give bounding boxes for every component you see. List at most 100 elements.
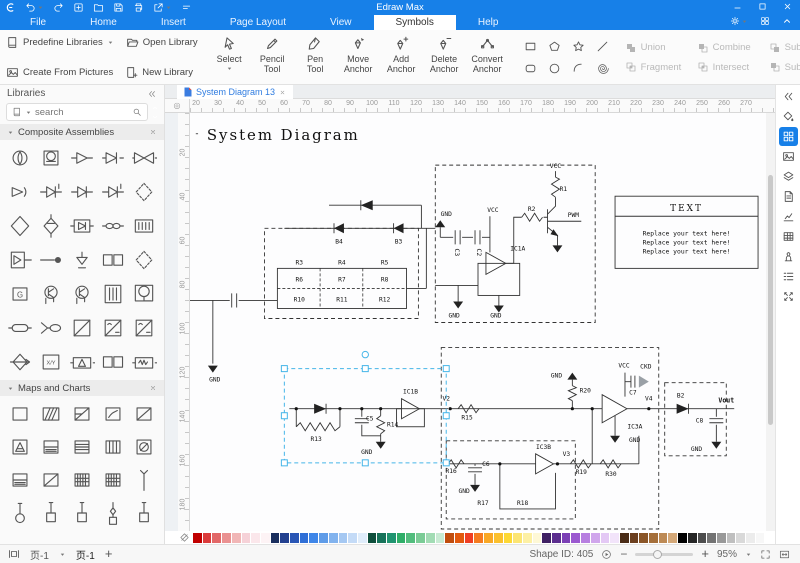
symbol-diamondcap[interactable] xyxy=(35,209,66,243)
palette-color[interactable] xyxy=(542,533,551,543)
palette-color[interactable] xyxy=(678,533,687,543)
map-symbol-curl[interactable] xyxy=(98,397,129,430)
palette-color[interactable] xyxy=(406,533,415,543)
page-nav-label[interactable]: 页-1 xyxy=(30,547,49,562)
palette-color[interactable] xyxy=(688,533,697,543)
palette-color[interactable] xyxy=(707,533,716,543)
symbol-diodeplus[interactable] xyxy=(35,175,66,209)
layers-icon[interactable] xyxy=(779,167,798,186)
predefine-libraries-button[interactable]: Predefine Libraries xyxy=(6,36,114,49)
new-document-button[interactable] xyxy=(73,2,84,13)
insert-picture-icon[interactable] xyxy=(779,147,798,166)
select-button[interactable]: Select xyxy=(208,34,251,81)
symbol-transformer[interactable] xyxy=(98,277,129,311)
symbol-bowtie[interactable] xyxy=(129,141,160,175)
page-list-caret-icon[interactable] xyxy=(59,551,66,558)
zoom-out-button[interactable]: − xyxy=(620,547,627,561)
palette-color[interactable] xyxy=(242,533,251,543)
draw-rrect-shape-button[interactable] xyxy=(524,62,537,75)
palette-color[interactable] xyxy=(339,533,348,543)
scroll-down-icon[interactable] xyxy=(151,113,159,121)
symbol-boxtri[interactable] xyxy=(4,243,35,277)
section-composite-assemblies[interactable]: Composite Assemblies xyxy=(0,124,164,140)
symbol-trignd[interactable] xyxy=(66,243,97,277)
map-symbol-hatch[interactable] xyxy=(35,397,66,430)
map-symbol-grid[interactable] xyxy=(98,463,129,496)
symbol-fork[interactable] xyxy=(35,311,66,345)
map-symbol-antenna[interactable] xyxy=(129,463,160,496)
save-button[interactable] xyxy=(113,2,124,13)
symbol-boxdiode[interactable] xyxy=(66,209,97,243)
distribute-icon[interactable] xyxy=(779,287,798,306)
move-anchor-button[interactable]: MoveAnchor xyxy=(337,34,380,81)
map-symbol-halffill[interactable] xyxy=(35,430,66,463)
palette-color[interactable] xyxy=(504,533,513,543)
symbol-library-icon[interactable] xyxy=(779,127,798,146)
symbol-linedot[interactable] xyxy=(35,243,66,277)
document-tab[interactable]: System Diagram 13 xyxy=(177,85,293,99)
customize-toolbar-button[interactable] xyxy=(181,2,192,13)
ruler-origin[interactable]: ◎ xyxy=(165,99,190,113)
palette-color[interactable] xyxy=(280,533,289,543)
vertical-scrollbar[interactable] xyxy=(766,113,775,531)
palette-color[interactable] xyxy=(649,533,658,543)
palette-color[interactable] xyxy=(668,533,677,543)
map-symbol-abox[interactable] xyxy=(4,430,35,463)
palette-color[interactable] xyxy=(416,533,425,543)
draw-circle-shape-button[interactable] xyxy=(548,62,561,75)
symbol-fuse[interactable] xyxy=(4,311,35,345)
draw-arc-shape-button[interactable] xyxy=(572,62,585,75)
palette-color[interactable] xyxy=(397,533,406,543)
symbol-boxpair[interactable] xyxy=(98,243,129,277)
palette-color[interactable] xyxy=(319,533,328,543)
tab-help[interactable]: Help xyxy=(456,15,521,30)
map-symbol-grid[interactable] xyxy=(66,463,97,496)
library-filter-icon[interactable] xyxy=(12,107,22,117)
palette-color[interactable] xyxy=(591,533,600,543)
symbol-mbox[interactable] xyxy=(129,345,160,379)
symbol-buffer2[interactable] xyxy=(98,141,129,175)
palette-color[interactable] xyxy=(261,533,270,543)
map-symbol-halfdiag[interactable] xyxy=(66,397,97,430)
outline-icon[interactable] xyxy=(779,267,798,286)
palette-color[interactable] xyxy=(717,533,726,543)
map-symbol-corner[interactable] xyxy=(129,397,160,430)
symbol-convert[interactable] xyxy=(129,311,160,345)
minimize-button[interactable] xyxy=(733,2,742,11)
symbol-coils[interactable] xyxy=(98,209,129,243)
section-maps-and-charts[interactable]: Maps and Charts xyxy=(0,380,164,396)
palette-color[interactable] xyxy=(348,533,357,543)
palette-color[interactable] xyxy=(698,533,707,543)
symbol-meter[interactable] xyxy=(4,141,35,175)
undo-button[interactable] xyxy=(25,2,44,13)
scrollbar-thumb[interactable] xyxy=(768,175,773,425)
close-button[interactable] xyxy=(783,2,792,11)
subtract-button[interactable]: Subtract xyxy=(769,61,800,73)
symbol-diagbox[interactable] xyxy=(66,311,97,345)
section-close-icon[interactable] xyxy=(149,128,157,136)
draw-rect-shape-button[interactable] xyxy=(524,40,537,53)
palette-color[interactable] xyxy=(610,533,619,543)
create-from-pictures-button[interactable]: Create From Pictures xyxy=(6,66,113,79)
symbol-dashdiamond[interactable] xyxy=(129,175,160,209)
delete-anchor-button[interactable]: DeleteAnchor xyxy=(423,34,466,81)
collapse-libraries-icon[interactable] xyxy=(147,89,157,99)
table-icon[interactable] xyxy=(779,227,798,246)
rotation-handle[interactable] xyxy=(362,351,368,357)
palette-color[interactable] xyxy=(746,533,755,543)
zoom-slider[interactable] xyxy=(635,553,693,556)
palette-color[interactable] xyxy=(494,533,503,543)
tab-page-layout[interactable]: Page Layout xyxy=(208,15,308,30)
map-symbol-corner[interactable] xyxy=(35,463,66,496)
symbol-motor[interactable] xyxy=(129,277,160,311)
ic3b-subgroup[interactable] xyxy=(446,441,575,519)
fragment-button[interactable]: Fragment xyxy=(625,61,697,73)
add-page-button[interactable]: + xyxy=(105,549,113,559)
export-button[interactable] xyxy=(153,2,172,13)
page-tab[interactable]: 页-1 xyxy=(76,547,95,562)
symbol-diodeplus[interactable] xyxy=(98,175,129,209)
symbol-diode[interactable] xyxy=(66,175,97,209)
tab-insert[interactable]: Insert xyxy=(139,15,208,30)
palette-color[interactable] xyxy=(523,533,532,543)
symbol-abox[interactable] xyxy=(66,345,97,379)
